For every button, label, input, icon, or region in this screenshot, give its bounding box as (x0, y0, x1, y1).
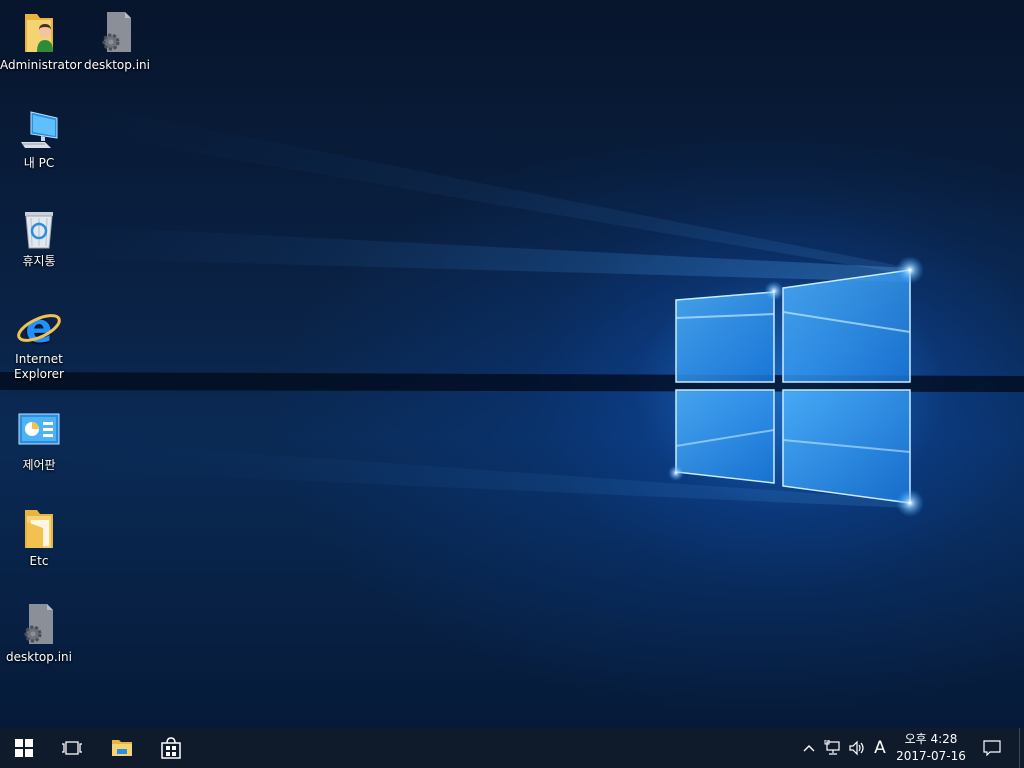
clock-time: 오후 4:28 (904, 732, 958, 746)
task-view-button[interactable] (48, 728, 96, 768)
clock[interactable]: 오후 4:28 2017-07-16 (892, 731, 970, 765)
internet-explorer-icon: e (17, 306, 61, 350)
desktop-icon-label: Etc (29, 554, 49, 568)
desktop-icon-label: Administrator (0, 58, 82, 72)
clock-date: 2017-07-16 (896, 749, 966, 763)
file-explorer-icon (112, 740, 132, 756)
store-button[interactable] (147, 728, 195, 768)
desktop-icon-this-pc[interactable]: 내 PC (0, 108, 78, 171)
folder-icon (25, 510, 53, 548)
volume-button[interactable] (845, 728, 869, 768)
input-indicator[interactable]: A (869, 728, 891, 768)
desktop-icon-recycle-bin[interactable]: 휴지통 (0, 206, 78, 269)
desktop-icon-label: desktop.ini (84, 58, 150, 72)
desktop-icon-label: Internet Explorer (14, 352, 64, 381)
start-button[interactable] (0, 728, 48, 768)
desktop-icon-internet-explorer[interactable]: e Internet Explorer (0, 304, 78, 382)
recycle-bin-icon (25, 212, 53, 249)
store-icon (161, 737, 181, 759)
control-panel-icon (18, 413, 60, 445)
user-folder-icon (25, 14, 53, 52)
desktop-icon-label: 제어판 (22, 458, 56, 472)
desktop-icon-control-panel[interactable]: 제어판 (0, 410, 78, 473)
volume-icon (849, 740, 864, 756)
show-hidden-icons-button[interactable] (798, 728, 820, 768)
show-desktop-button[interactable] (1019, 728, 1024, 768)
taskbar: A 오후 4:28 2017-07-16 (0, 728, 1024, 768)
desktop-icon-administrator[interactable]: Administrator (0, 10, 82, 73)
desktop-icon-label: desktop.ini (6, 650, 72, 664)
desktop-icon-etc[interactable]: Etc (0, 506, 78, 569)
ime-label: A (874, 738, 886, 758)
settings-file-icon (102, 12, 131, 52)
task-view-icon (62, 741, 82, 755)
network-button[interactable] (821, 728, 845, 768)
wallpaper (0, 100, 1024, 517)
desktop-icon-desktop-ini[interactable]: desktop.ini (78, 10, 156, 73)
network-icon (824, 740, 840, 755)
desktop-icon-label: 내 PC (23, 156, 55, 170)
settings-file-icon (24, 604, 53, 644)
windows-start-icon (15, 739, 33, 757)
computer-icon (21, 111, 58, 148)
file-explorer-button[interactable] (98, 728, 146, 768)
desktop[interactable]: Administrator desktop.ini 내 PC 휴지통 e Int… (0, 0, 1024, 728)
svg-text:e: e (25, 306, 52, 350)
desktop-icon-label: 휴지통 (22, 254, 56, 268)
action-center-icon (983, 740, 1001, 756)
desktop-icon-desktop-ini-2[interactable]: desktop.ini (0, 602, 78, 665)
action-center-button[interactable] (978, 728, 1006, 768)
chevron-up-icon (803, 745, 815, 752)
